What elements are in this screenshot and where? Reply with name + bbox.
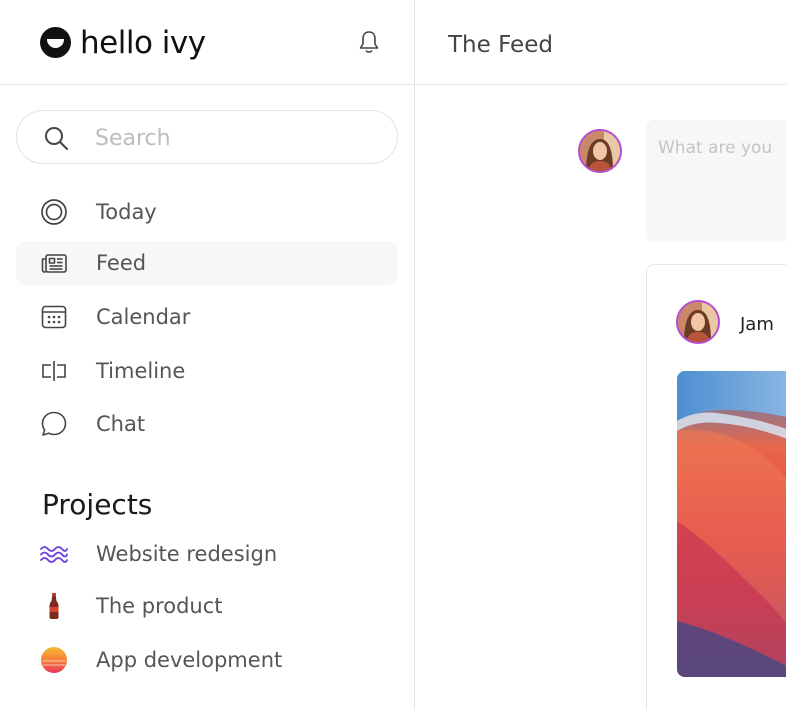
nav-item-label: Today [96, 200, 157, 224]
wave-icon [40, 546, 68, 563]
project-app-development[interactable]: App development [16, 638, 398, 682]
nav-item-label: Chat [96, 412, 146, 436]
projects-heading: Projects [42, 488, 153, 521]
nav-item-feed[interactable]: Feed [16, 241, 398, 285]
app-name: hello ivy [80, 25, 206, 61]
cola-bottle-icon [49, 593, 59, 619]
landscape-wallpaper-icon [677, 371, 786, 677]
app-window: hello ivy Today [0, 0, 786, 710]
feed-header: The Feed [416, 0, 786, 85]
project-website-redesign[interactable]: Website redesign [16, 532, 398, 576]
project-the-product[interactable]: The product [16, 584, 398, 628]
search-icon [45, 127, 68, 150]
composer-input[interactable] [658, 138, 786, 228]
nav-item-timeline[interactable]: Timeline [16, 349, 398, 393]
project-label: App development [96, 648, 283, 672]
page-title: The Feed [448, 32, 553, 58]
chat-bubble-icon [41, 411, 67, 436]
user-photo-icon [580, 131, 620, 171]
nav-item-label: Timeline [96, 359, 186, 383]
post-author-name[interactable]: Jam [740, 313, 774, 337]
nav-item-label: Feed [96, 251, 147, 275]
sidebar: hello ivy Today [0, 0, 415, 710]
nav-item-chat[interactable]: Chat [16, 402, 398, 446]
nav-item-today[interactable]: Today [16, 190, 398, 234]
project-label: Website redesign [96, 542, 278, 566]
avatar[interactable] [578, 129, 622, 173]
nav-item-calendar[interactable]: Calendar [16, 295, 398, 339]
user-photo-icon [678, 302, 718, 342]
project-label: The product [96, 594, 223, 618]
post-card: Jam [646, 264, 786, 710]
post-composer [646, 120, 786, 242]
calendar-icon [41, 305, 67, 329]
nav-item-label: Calendar [96, 305, 191, 329]
today-ring-icon [41, 199, 67, 225]
timeline-icon [42, 361, 66, 381]
search-input[interactable] [95, 123, 375, 153]
notification-bell-icon[interactable] [355, 28, 383, 56]
feed-panel: The Feed What are you Jam [416, 0, 786, 710]
sunset-circle-icon [41, 647, 67, 673]
logo-icon [40, 27, 71, 58]
brand-bar: hello ivy [0, 0, 414, 85]
post-image[interactable] [677, 371, 786, 677]
search-box [16, 110, 398, 164]
feed-icon [41, 254, 67, 273]
post-author-avatar[interactable] [676, 300, 720, 344]
